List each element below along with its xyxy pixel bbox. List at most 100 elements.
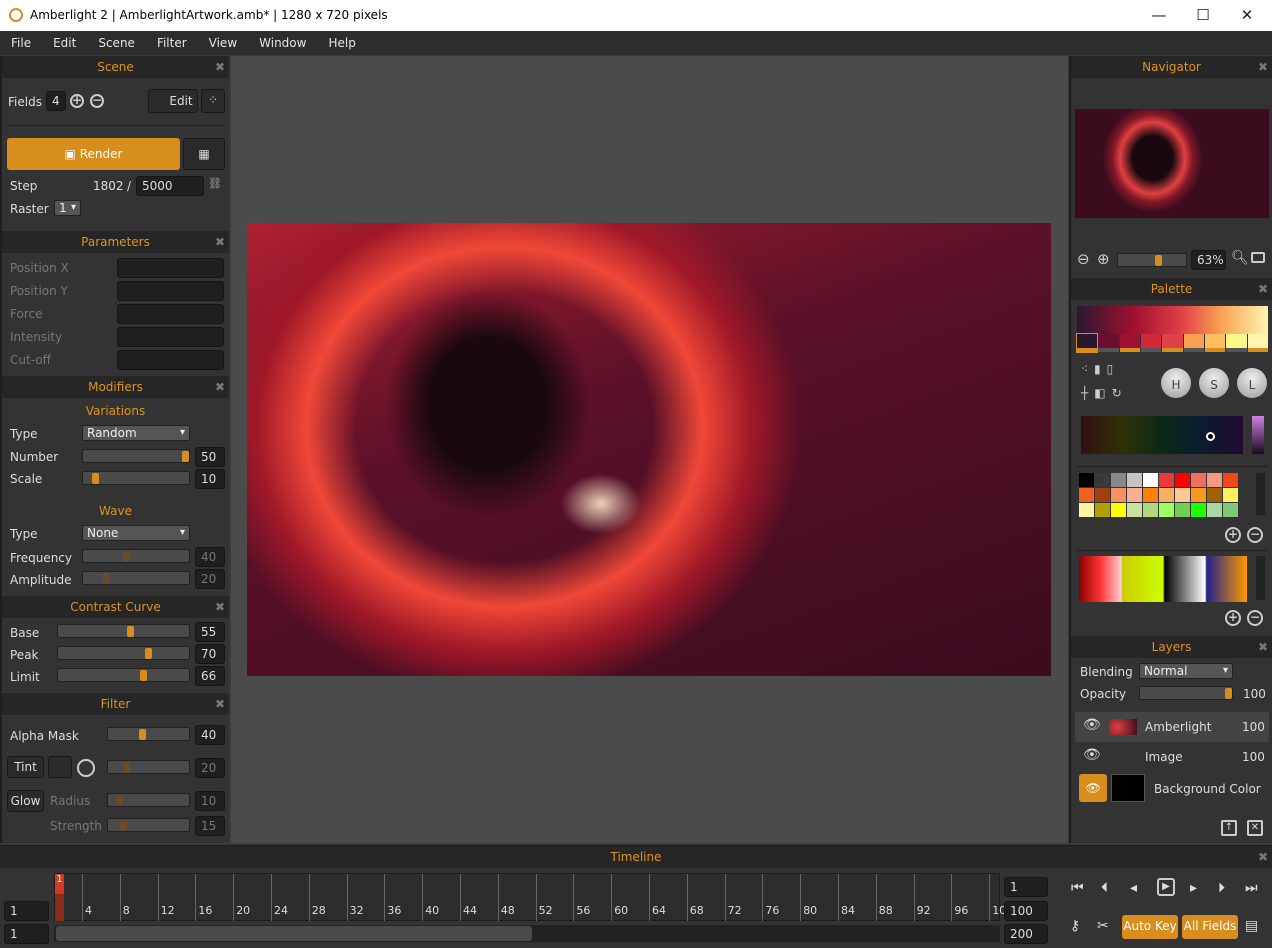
fit-screen-icon[interactable] bbox=[1251, 252, 1265, 263]
scale-slider[interactable] bbox=[82, 471, 190, 485]
eye-icon[interactable]: 👁︎ bbox=[1083, 747, 1101, 763]
color-swatch[interactable] bbox=[1191, 488, 1206, 502]
color-swatch[interactable] bbox=[1191, 503, 1206, 517]
add-gradient-icon[interactable]: + bbox=[1225, 610, 1241, 626]
background-color-swatch[interactable] bbox=[1111, 774, 1145, 802]
auto-key-button[interactable]: Auto Key bbox=[1122, 915, 1178, 939]
color-swatch[interactable] bbox=[1175, 473, 1190, 487]
color-swatch[interactable] bbox=[1095, 473, 1110, 487]
raster-dropdown[interactable]: 1 bbox=[54, 200, 81, 216]
tint-slider[interactable] bbox=[107, 760, 190, 774]
dots-button[interactable]: ⁘ bbox=[201, 89, 225, 113]
total-frames-input[interactable]: 200 bbox=[1004, 924, 1048, 944]
glow-button[interactable]: Glow bbox=[7, 790, 44, 812]
wave-type-dropdown[interactable]: None bbox=[82, 525, 190, 541]
end-frame-input[interactable]: 100 bbox=[1004, 901, 1048, 921]
first-frame-icon[interactable]: ⏮ bbox=[1071, 880, 1084, 896]
palette-stop[interactable] bbox=[1098, 334, 1119, 352]
color-swatch[interactable] bbox=[1207, 488, 1222, 502]
color-swatch[interactable] bbox=[1207, 503, 1222, 517]
intensity-input[interactable] bbox=[117, 327, 224, 347]
color-swatch[interactable] bbox=[1223, 503, 1238, 517]
color-swatch[interactable] bbox=[1095, 488, 1110, 502]
limit-slider[interactable] bbox=[57, 668, 190, 682]
peak-slider[interactable] bbox=[57, 646, 190, 660]
remove-gradient-icon[interactable]: − bbox=[1247, 610, 1263, 626]
step-total-input[interactable]: 5000 bbox=[136, 176, 204, 196]
navigator-preview[interactable] bbox=[1075, 109, 1269, 218]
position-x-input[interactable] bbox=[117, 258, 224, 278]
all-fields-button[interactable]: All Fields bbox=[1182, 915, 1238, 939]
maximize-button[interactable]: ☐ bbox=[1180, 4, 1226, 26]
remove-field-icon[interactable]: − bbox=[90, 94, 104, 108]
close-icon[interactable]: ✖ bbox=[1258, 846, 1268, 868]
opacity-slider[interactable] bbox=[1139, 686, 1233, 700]
minimize-button[interactable]: — bbox=[1136, 4, 1182, 26]
timeline-range-start-input[interactable]: 1 bbox=[4, 924, 49, 944]
radius-input[interactable]: 10 bbox=[195, 791, 225, 811]
gradient-scrollbar[interactable] bbox=[1256, 556, 1265, 600]
position-y-input[interactable] bbox=[117, 281, 224, 301]
limit-input[interactable]: 66 bbox=[195, 666, 225, 686]
close-icon[interactable]: ✖ bbox=[215, 376, 225, 398]
eye-icon[interactable]: 👁︎ bbox=[1083, 717, 1101, 733]
color-swatch[interactable] bbox=[1159, 503, 1174, 517]
strength-input[interactable]: 15 bbox=[195, 816, 225, 836]
delete-layer-icon[interactable]: ✕ bbox=[1247, 820, 1263, 836]
layer-row-amberlight[interactable]: 👁︎ Amberlight 100 bbox=[1075, 712, 1269, 742]
chain-icon[interactable]: ⛓ bbox=[208, 177, 222, 190]
amplitude-slider[interactable] bbox=[82, 571, 190, 585]
color-swatch[interactable] bbox=[1127, 473, 1142, 487]
next-frame-icon[interactable]: ▸ bbox=[1190, 880, 1197, 896]
fields-input[interactable]: 4 bbox=[46, 91, 66, 111]
current-frame-input[interactable]: 1 bbox=[1004, 877, 1048, 897]
key-icon[interactable]: ⚷ bbox=[1070, 918, 1080, 934]
color-swatch[interactable] bbox=[1159, 473, 1174, 487]
edit-button[interactable]: Edit bbox=[148, 89, 198, 113]
strength-slider[interactable] bbox=[107, 818, 190, 832]
peak-input[interactable]: 70 bbox=[195, 644, 225, 664]
prev-frame-icon[interactable]: ◂ bbox=[1130, 880, 1137, 896]
color-swatch[interactable] bbox=[1207, 473, 1222, 487]
frequency-slider[interactable] bbox=[82, 549, 190, 563]
swatch-scrollbar[interactable] bbox=[1256, 473, 1265, 515]
scroll-thumb[interactable] bbox=[56, 926, 532, 941]
export-layer-icon[interactable]: ↑ bbox=[1221, 820, 1237, 836]
close-icon[interactable]: ✖ bbox=[1258, 56, 1268, 78]
tint-color-swatch[interactable] bbox=[48, 756, 72, 778]
color-swatch[interactable] bbox=[1111, 503, 1126, 517]
color-swatch[interactable] bbox=[1143, 488, 1158, 502]
clapper-icon[interactable]: ▤ bbox=[1245, 918, 1258, 934]
color-swatch[interactable] bbox=[1079, 503, 1094, 517]
base-slider[interactable] bbox=[57, 624, 190, 638]
eye-icon[interactable]: 👁︎ bbox=[1079, 774, 1107, 802]
tint-mode-icon[interactable] bbox=[77, 759, 95, 777]
number-input[interactable]: 50 bbox=[195, 447, 225, 467]
number-slider[interactable] bbox=[82, 449, 190, 463]
close-icon[interactable]: ✖ bbox=[215, 231, 225, 253]
layer-row-background[interactable]: 👁︎ Background Color bbox=[1075, 772, 1269, 804]
play-icon[interactable]: ▶ bbox=[1157, 878, 1175, 896]
tint-input[interactable]: 20 bbox=[195, 758, 225, 778]
radius-slider[interactable] bbox=[107, 793, 190, 807]
palette-stop[interactable] bbox=[1119, 334, 1140, 352]
gradient-presets[interactable] bbox=[1079, 556, 1247, 602]
menu-filter[interactable]: Filter bbox=[146, 31, 198, 55]
palette-gradient[interactable] bbox=[1077, 306, 1268, 334]
color-swatch[interactable] bbox=[1143, 473, 1158, 487]
add-field-icon[interactable]: + bbox=[70, 94, 84, 108]
zoom-fit-icon[interactable]: 🔍︎ bbox=[1231, 250, 1249, 266]
menu-view[interactable]: View bbox=[198, 31, 248, 55]
lightness-bar[interactable] bbox=[1252, 416, 1264, 454]
color-swatch[interactable] bbox=[1191, 473, 1206, 487]
palette-tools-icons-2[interactable]: ┼◧↻ bbox=[1081, 386, 1128, 400]
lightness-knob[interactable]: L bbox=[1237, 368, 1267, 398]
menu-window[interactable]: Window bbox=[248, 31, 317, 55]
color-swatch[interactable] bbox=[1111, 473, 1126, 487]
palette-stop[interactable] bbox=[1075, 333, 1099, 353]
add-swatch-icon[interactable]: + bbox=[1225, 527, 1241, 543]
timeline-ruler[interactable]: 1 4 8 12 16 20 24 28 32 36 40 44 48 52 56 60 64 68 72 76 80… bbox=[54, 873, 1006, 921]
color-swatch[interactable] bbox=[1159, 488, 1174, 502]
palette-stop[interactable] bbox=[1140, 334, 1162, 352]
close-icon[interactable]: ✖ bbox=[215, 56, 225, 78]
